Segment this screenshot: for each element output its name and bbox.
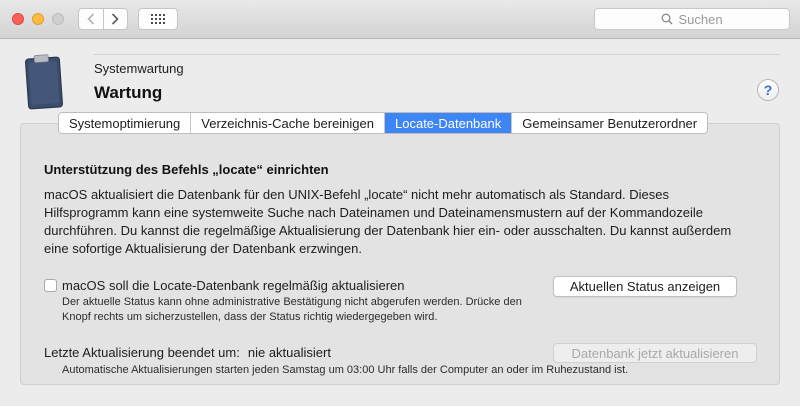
status-note: Der aktuelle Status kann ohne administra… xyxy=(62,296,522,323)
tab-systemoptimierung[interactable]: Systemoptimierung xyxy=(59,113,191,133)
auto-update-checkbox-label[interactable]: macOS soll die Locate-Datenbank regelmäß… xyxy=(62,278,405,293)
title-bar: Suchen xyxy=(0,0,800,39)
back-chevron-icon xyxy=(87,13,94,25)
update-now-button[interactable]: Datenbank jetzt aktualisieren xyxy=(553,343,757,363)
pane-subtitle: Systemwartung xyxy=(94,61,184,76)
back-button[interactable] xyxy=(79,9,103,29)
preferences-window: Suchen Systemwartung Wartung ? Systemopt… xyxy=(0,0,800,406)
tab-locate-datenbank[interactable]: Locate-Datenbank xyxy=(384,113,512,133)
last-update-row: Letzte Aktualisierung beendet um: nie akt… xyxy=(44,345,331,360)
last-update-value: nie aktualisiert xyxy=(247,345,331,360)
section-heading: Unterstützung des Befehls „locate“ einri… xyxy=(44,162,329,177)
zoom-window-button[interactable] xyxy=(52,13,64,25)
tab-gemeinsamer-benutzerordner[interactable]: Gemeinsamer Benutzerordner xyxy=(511,113,708,133)
minimize-window-button[interactable] xyxy=(32,13,44,25)
show-all-button[interactable] xyxy=(138,8,178,30)
auto-update-note: Automatische Aktualisierungen starten je… xyxy=(62,364,629,376)
tab-bar: Systemoptimierung Verzeichnis-Cache bere… xyxy=(58,112,709,134)
clipboard-icon xyxy=(24,54,64,110)
magnifier-icon xyxy=(662,13,673,25)
close-window-button[interactable] xyxy=(12,13,24,25)
section-description: macOS aktualisiert die Datenbank für den… xyxy=(44,187,732,256)
auto-update-checkbox[interactable] xyxy=(44,279,57,292)
header-divider xyxy=(93,54,780,55)
tab-verzeichnis-cache[interactable]: Verzeichnis-Cache bereinigen xyxy=(190,113,384,133)
last-update-label: Letzte Aktualisierung beendet um: xyxy=(44,345,240,360)
help-button[interactable]: ? xyxy=(757,79,779,101)
forward-button[interactable] xyxy=(102,9,128,29)
search-input[interactable]: Suchen xyxy=(594,8,790,30)
navigation-buttons xyxy=(78,8,128,30)
search-placeholder: Suchen xyxy=(678,11,723,27)
show-status-button[interactable]: Aktuellen Status anzeigen xyxy=(553,276,737,297)
forward-chevron-icon xyxy=(112,13,119,25)
grid-icon xyxy=(151,14,165,24)
pane-title: Wartung xyxy=(94,83,163,102)
